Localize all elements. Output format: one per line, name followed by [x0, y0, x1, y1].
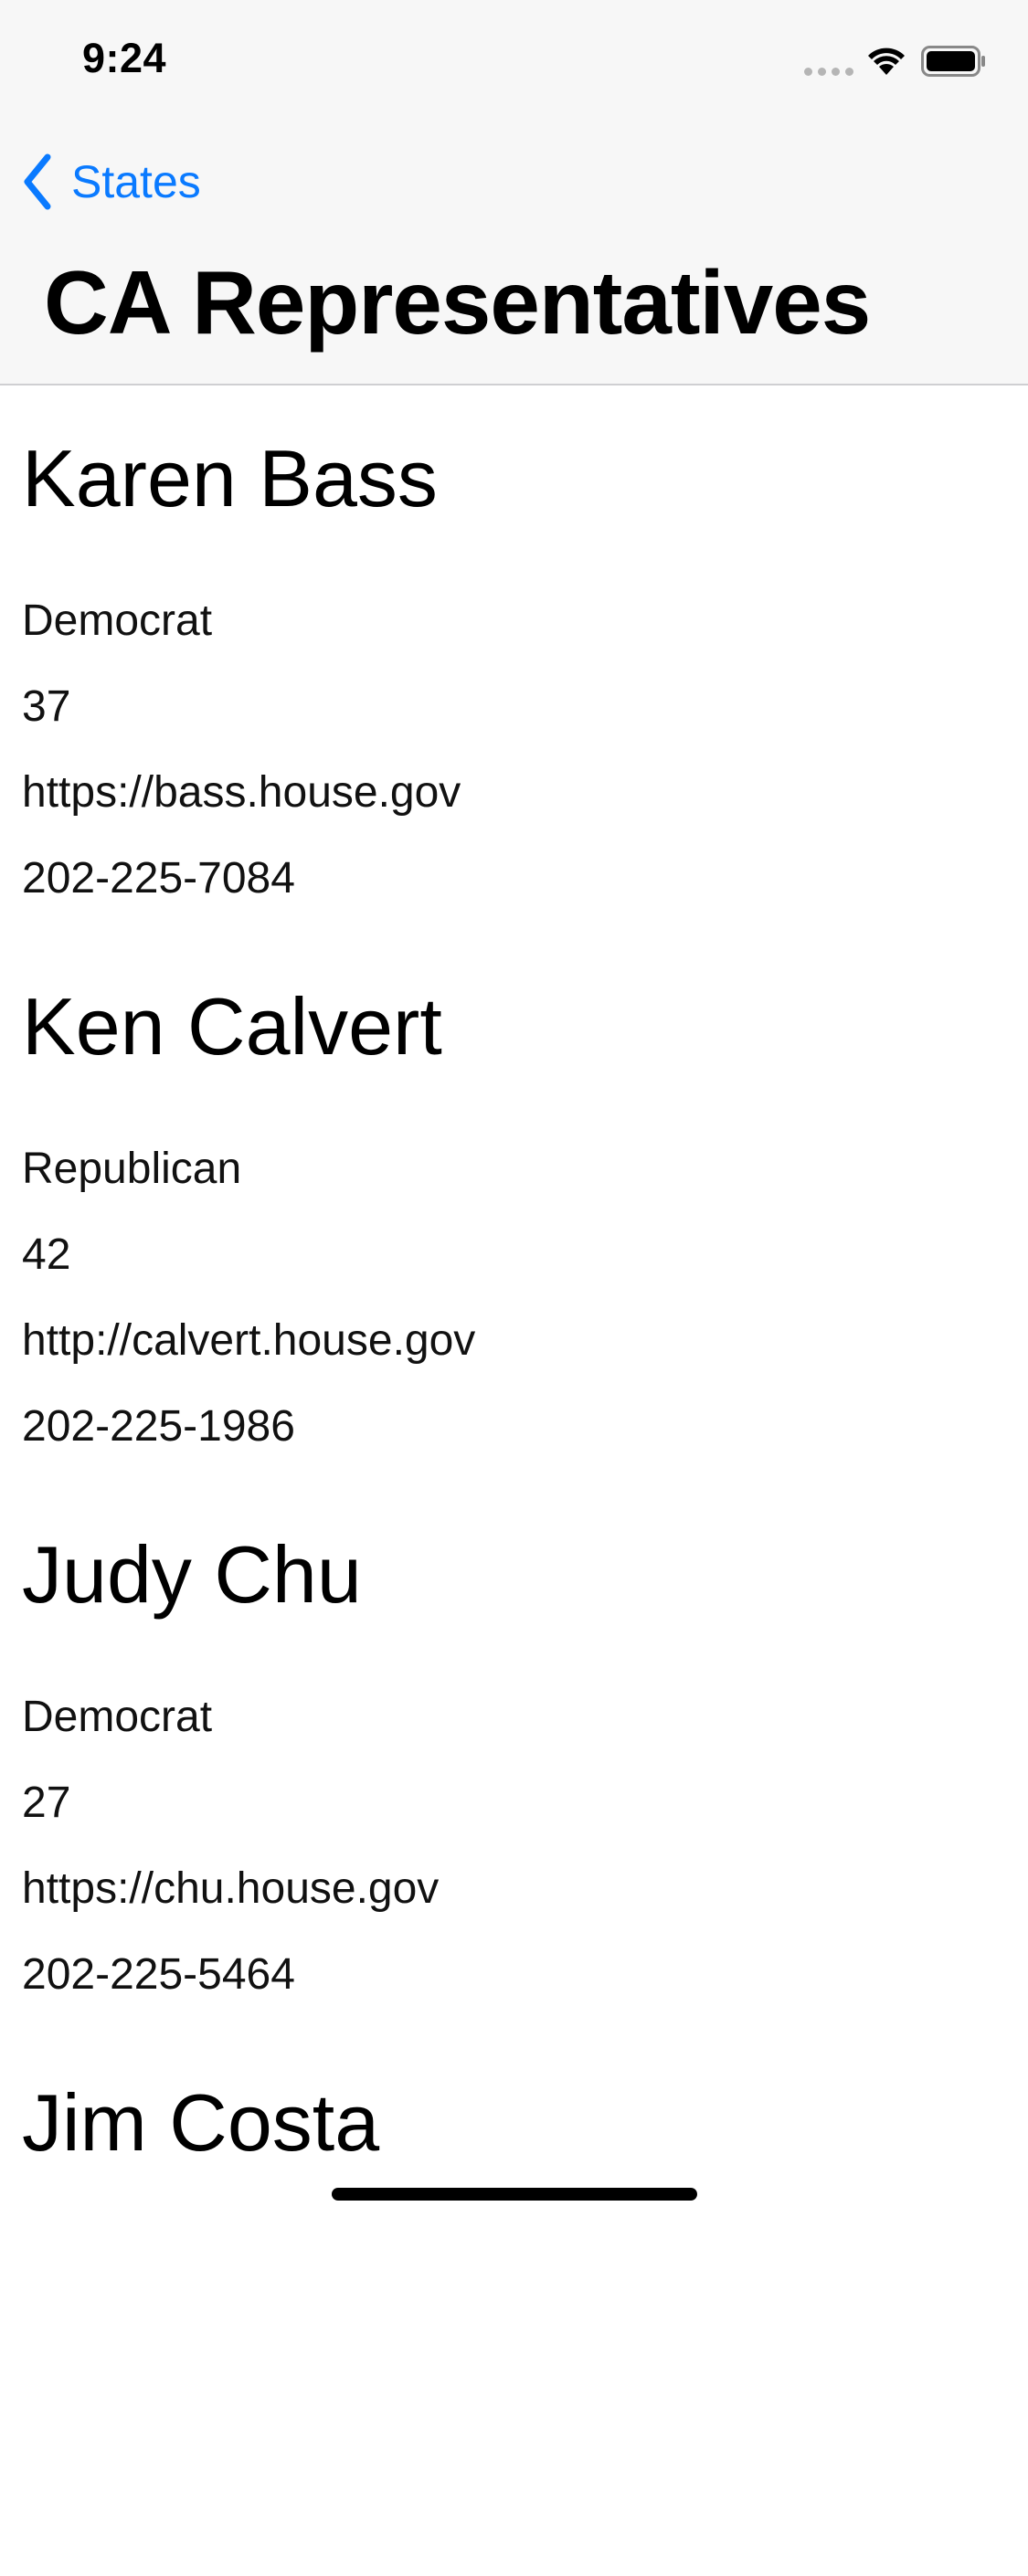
rep-phone: 202-225-1986 [22, 1402, 295, 1451]
chevron-left-icon [24, 153, 51, 210]
navigation-header: 9:24 States CA Representatives [0, 0, 1028, 385]
rep-phone: 202-225-5464 [22, 1950, 295, 1999]
rep-district: 27 [22, 1779, 71, 1827]
battery-icon [921, 46, 985, 77]
rep-district: 42 [22, 1230, 71, 1279]
representatives-list[interactable]: Karen Bass Democrat 37 https://bass.hous… [22, 384, 1009, 2576]
back-button[interactable]: States [22, 152, 201, 212]
rep-name: Jim Costa [22, 2077, 380, 2168]
list-item[interactable]: Ken Calvert Republican 42 http://calvert… [22, 932, 1009, 1480]
page-title: CA Representatives [44, 252, 871, 353]
rep-name: Ken Calvert [22, 981, 442, 1072]
back-button-label: States [71, 156, 201, 207]
rep-url: http://calvert.house.gov [22, 1316, 476, 1365]
rep-name: Judy Chu [22, 1529, 362, 1620]
rep-url: https://bass.house.gov [22, 768, 461, 817]
rep-party: Democrat [22, 1693, 213, 1741]
rep-district: 37 [22, 682, 71, 731]
rep-party: Republican [22, 1145, 242, 1193]
rep-phone: 202-225-7084 [22, 854, 295, 903]
list-item[interactable]: Judy Chu Democrat 27 https://chu.house.g… [22, 1480, 1009, 2028]
list-item[interactable]: Jim Costa [22, 2028, 1009, 2576]
status-time: 9:24 [82, 35, 167, 81]
rep-party: Democrat [22, 596, 213, 645]
signal-dots-icon [804, 68, 853, 76]
rep-name: Karen Bass [22, 433, 438, 523]
wifi-icon [868, 48, 905, 75]
list-item[interactable]: Karen Bass Democrat 37 https://bass.hous… [22, 384, 1009, 932]
home-indicator[interactable] [332, 2188, 697, 2201]
rep-url: https://chu.house.gov [22, 1864, 440, 1913]
